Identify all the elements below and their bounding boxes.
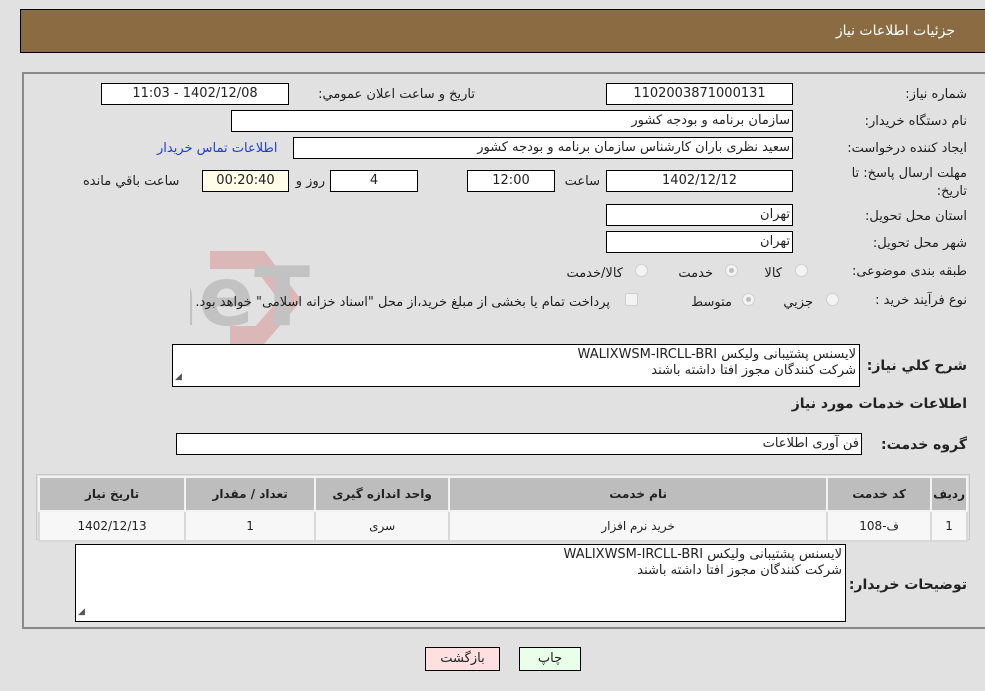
col-header-code: کد خدمت: [826, 476, 933, 512]
category-option-goods-service: کالا/خدمت: [566, 266, 623, 281]
cell-qty: 1: [184, 510, 317, 542]
cell-name: خرید نرم افزار: [448, 510, 829, 542]
category-option-goods: کالا: [764, 266, 782, 281]
resize-grip-icon[interactable]: ◢: [175, 369, 182, 385]
deadline-label: مهلت ارسال پاسخ: تا: [851, 166, 967, 181]
creator-label: ایجاد کننده درخواست:: [847, 141, 967, 156]
process-radio-minor[interactable]: [826, 293, 839, 306]
deadline-label-date: تاریخ:: [936, 184, 967, 199]
page-title: جزئیات اطلاعات نیاز: [835, 23, 955, 39]
category-radio-service[interactable]: [725, 264, 738, 277]
treasury-note: پرداخت تمام یا بخشی از مبلغ خرید،از محل …: [195, 295, 610, 310]
buyer-contact-link[interactable]: اطلاعات تماس خریدار: [157, 141, 277, 156]
description-line-2: شرکت کنندگان مجوز افتا داشته باشند: [651, 363, 856, 378]
print-button[interactable]: چاپ: [519, 647, 581, 671]
city-field: تهران: [606, 231, 793, 253]
buyer-org-field: سازمان برنامه و بودجه کشور: [231, 110, 793, 132]
time-remaining-field: 00:20:40: [202, 170, 289, 192]
province-label: استان محل تحویل:: [865, 209, 967, 224]
buyer-org-label: نام دستگاه خریدار:: [864, 114, 967, 129]
deadline-date-field: 1402/12/12: [606, 170, 793, 192]
table-header-row: ردیف کد خدمت نام خدمت واحد اندازه گیری ت…: [37, 476, 968, 512]
cell-unit: سری: [314, 510, 451, 542]
buyer-notes-line-2: شرکت کنندگان مجوز افتا داشته باشند: [637, 563, 842, 578]
resize-grip-icon[interactable]: ◢: [78, 604, 85, 620]
cell-index: 1: [930, 510, 968, 542]
buyer-notes-textarea[interactable]: لایسنس پشتیبانی ولیکس WALIXWSM-IRCLL-BRI…: [75, 544, 846, 622]
col-header-date: تاریخ نیاز: [37, 476, 187, 512]
process-option-minor: جزيي: [783, 295, 813, 310]
category-radio-goods[interactable]: [795, 264, 808, 277]
page-header: جزئیات اطلاعات نیاز: [20, 9, 985, 53]
city-label: شهر محل تحویل:: [872, 236, 967, 251]
services-table: ردیف کد خدمت نام خدمت واحد اندازه گیری ت…: [37, 476, 968, 542]
process-option-medium: متوسط: [691, 295, 732, 310]
description-label: شرح کلي نیاز:: [866, 358, 967, 374]
buyer-notes-label: توضیحات خریدار:: [848, 577, 967, 593]
service-group-field: فن آوری اطلاعات: [176, 433, 862, 455]
col-header-qty: تعداد / مقدار: [184, 476, 317, 512]
cell-date: 1402/12/13: [37, 510, 187, 542]
deadline-time-label: ساعت: [564, 174, 600, 189]
back-button[interactable]: بازگشت: [425, 647, 500, 671]
category-radio-goods-service[interactable]: [635, 264, 648, 277]
description-line-1: لایسنس پشتیبانی ولیکس WALIXWSM-IRCLL-BRI: [577, 347, 856, 362]
process-radio-medium[interactable]: [742, 293, 755, 306]
process-label: نوع فرآیند خرید :: [875, 293, 967, 308]
announce-datetime-field: 1402/12/08 - 11:03: [101, 83, 289, 105]
announce-label: تاریخ و ساعت اعلان عمومي:: [318, 87, 475, 102]
days-label: روز و: [295, 174, 325, 189]
cell-code: ف-108: [826, 510, 933, 542]
need-number-field: 1102003871000131: [606, 83, 793, 105]
deadline-time-field: 12:00: [467, 170, 555, 192]
creator-field: سعید نظری باران کارشناس سازمان برنامه و …: [293, 137, 793, 159]
service-group-label: گروه خدمت:: [881, 437, 967, 453]
services-section-title: اطلاعات خدمات مورد نیاز: [791, 396, 967, 412]
province-field: تهران: [606, 204, 793, 226]
category-option-service: خدمت: [678, 266, 713, 281]
time-remaining-label: ساعت باقي مانده: [83, 174, 180, 189]
col-header-name: نام خدمت: [448, 476, 829, 512]
treasury-checkbox[interactable]: [625, 293, 638, 306]
category-label: طبقه بندی موضوعی:: [851, 264, 967, 279]
col-header-unit: واحد اندازه گیری: [314, 476, 451, 512]
days-remaining-field: 4: [330, 170, 418, 192]
need-number-label: شماره نیاز:: [905, 87, 967, 102]
description-textarea[interactable]: لایسنس پشتیبانی ولیکس WALIXWSM-IRCLL-BRI…: [172, 344, 860, 387]
buyer-notes-line-1: لایسنس پشتیبانی ولیکس WALIXWSM-IRCLL-BRI: [563, 547, 842, 562]
col-header-index: ردیف: [930, 476, 968, 512]
table-row: 1 ف-108 خرید نرم افزار سری 1 1402/12/13: [37, 510, 968, 542]
